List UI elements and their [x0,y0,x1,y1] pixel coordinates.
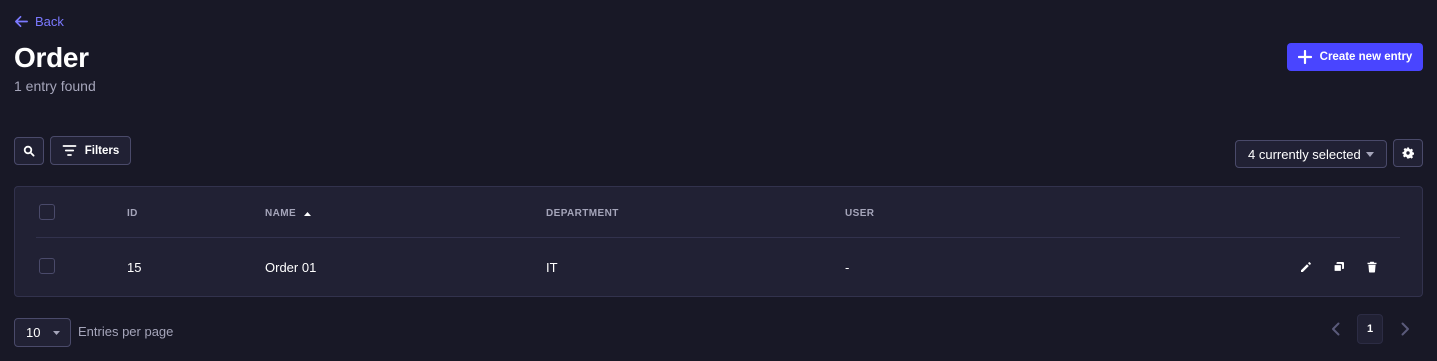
entries-per-page-value: 10 [26,325,41,340]
plus-icon [1297,50,1312,64]
column-header-user[interactable]: User [845,208,874,219]
create-new-entry-label: Create new entry [1319,51,1413,63]
delete-button[interactable] [1364,259,1380,275]
caret-up-icon [304,211,312,216]
next-page-button[interactable] [1396,320,1414,338]
chevron-right-icon [1401,322,1409,336]
row-checkbox[interactable] [39,258,55,274]
column-header-id[interactable]: ID [127,208,138,219]
caret-down-icon [1366,152,1374,157]
pencil-icon [1301,262,1311,272]
chevron-left-icon [1332,322,1340,336]
search-button[interactable] [14,137,44,165]
edit-button[interactable] [1298,259,1314,275]
filters-label: Filters [84,144,120,157]
page-1-button[interactable]: 1 [1357,314,1383,344]
gear-icon [1402,147,1414,159]
cell-user: - [845,260,850,275]
duplicate-icon [1333,262,1344,273]
filters-button[interactable]: Filters [50,136,131,165]
columns-select[interactable]: 4 currently selected [1235,140,1387,168]
select-all-checkbox[interactable] [39,204,55,220]
entries-table [14,186,1423,297]
page-title: Order [14,42,89,73]
columns-select-value: 4 currently selected [1248,146,1361,162]
trash-icon [1367,261,1377,273]
previous-page-button[interactable] [1327,320,1345,338]
entry-count: 1 entry found [14,78,96,94]
create-new-entry-button[interactable]: Create new entry [1287,43,1423,71]
back-label: Back [35,14,64,29]
table-divider [36,237,1400,238]
cell-name: Order 01 [265,260,317,275]
entries-per-page-select[interactable]: 10 [14,318,71,347]
cell-department: IT [546,260,558,275]
column-header-name-label: Name [265,208,297,219]
filter-icon [62,145,77,156]
search-icon [23,145,35,157]
duplicate-button[interactable] [1331,259,1347,275]
column-header-department[interactable]: Department [546,208,619,219]
column-header-name[interactable]: Name [265,208,312,219]
entries-per-page-label: Entries per page [78,324,174,339]
back-link[interactable]: Back [14,14,64,29]
arrow-left-icon [15,15,28,28]
settings-button[interactable] [1393,139,1423,167]
caret-down-icon [53,331,60,335]
cell-id: 15 [127,260,142,275]
